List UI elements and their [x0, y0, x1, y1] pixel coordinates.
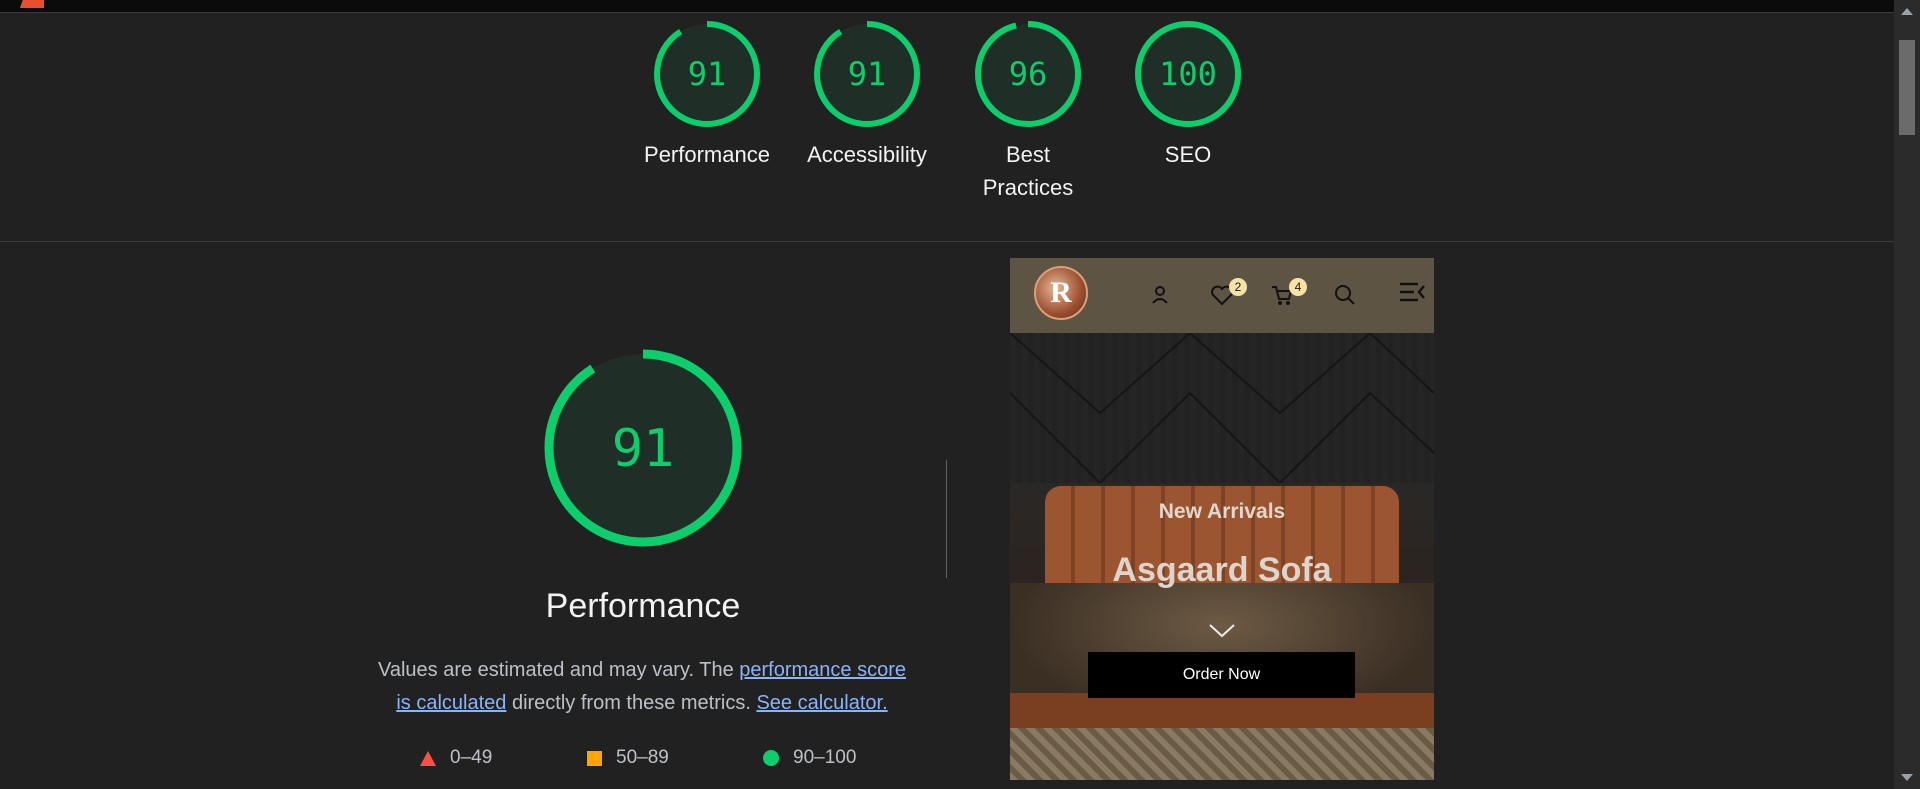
site-logo: R	[1034, 266, 1088, 320]
scroll-down-arrow-icon[interactable]	[1901, 774, 1913, 781]
performance-description: Values are estimated and may vary. The p…	[372, 654, 912, 720]
gauge-score: 91	[848, 55, 887, 93]
legend-range: 0–49	[450, 747, 493, 768]
site-header: R 2 4	[1010, 258, 1434, 333]
desc-text: directly from these metrics.	[506, 692, 757, 714]
gauge-ring-seo: 100	[1135, 21, 1241, 127]
gauge-score: 100	[1159, 55, 1217, 93]
gauge-ring-performance: 91	[654, 21, 760, 127]
hero-wall-pattern	[1010, 333, 1434, 483]
final-screenshot: R 2 4 New Arrivals Asgaard Sofa Order No…	[1010, 258, 1434, 780]
performance-section: 91 Performance Values are estimated and …	[0, 242, 1894, 789]
hero-subtitle: New Arrivals	[1158, 500, 1286, 523]
search-icon	[1335, 285, 1355, 305]
gauge-label: Best Practices	[982, 142, 1074, 200]
wishlist-count-badge: 2	[1229, 278, 1247, 296]
gauge-seo[interactable]: 100 SEO	[1118, 20, 1258, 171]
legend-average: 50–89	[587, 747, 669, 769]
lighthouse-logo-icon	[20, 0, 44, 8]
order-now-button[interactable]: Order Now	[1088, 652, 1355, 698]
score-gauges-row: 91 Performance 91 Accessibility 96 Best …	[0, 12, 1894, 242]
gauge-performance[interactable]: 91 Performance	[637, 20, 777, 171]
legend-fail: 0–49	[420, 747, 492, 769]
section-divider	[946, 460, 947, 578]
menu-icon	[1400, 282, 1425, 302]
gauge-accessibility[interactable]: 91 Accessibility	[797, 20, 937, 171]
fail-triangle-icon	[420, 750, 436, 766]
desc-text: Values are estimated and may vary. The	[377, 659, 740, 681]
hero-title: Asgaard Sofa	[1112, 551, 1332, 589]
gauge-label: Accessibility	[807, 142, 927, 167]
rug	[1010, 728, 1434, 780]
hero-banner: New Arrivals Asgaard Sofa Order Now	[1010, 333, 1434, 780]
pass-circle-icon	[763, 750, 779, 766]
account-icon	[1152, 286, 1168, 304]
scroll-thumb[interactable]	[1899, 40, 1915, 135]
scroll-up-arrow-icon[interactable]	[1901, 8, 1913, 15]
gauge-ring-best-practices: 96	[975, 21, 1081, 127]
average-square-icon	[587, 750, 602, 766]
performance-score: 91	[612, 419, 675, 479]
see-calculator-link[interactable]: See calculator.	[756, 692, 887, 714]
performance-title: Performance	[545, 587, 741, 625]
legend-range: 90–100	[793, 747, 857, 768]
legend-pass: 90–100	[763, 747, 856, 769]
gauge-label: SEO	[1164, 142, 1212, 167]
vertical-scrollbar[interactable]	[1894, 0, 1920, 789]
gauge-label: Performance	[644, 142, 770, 167]
gauge-ring-accessibility: 91	[814, 21, 920, 127]
gauge-score: 91	[688, 55, 727, 93]
performance-big-gauge: 91	[544, 349, 742, 547]
legend-range: 50–89	[616, 747, 669, 768]
gauge-best-practices[interactable]: 96 Best Practices	[958, 20, 1098, 204]
chevron-down-icon	[1209, 624, 1235, 638]
gauge-score: 96	[1009, 55, 1048, 93]
cart-count-badge: 4	[1289, 278, 1307, 296]
